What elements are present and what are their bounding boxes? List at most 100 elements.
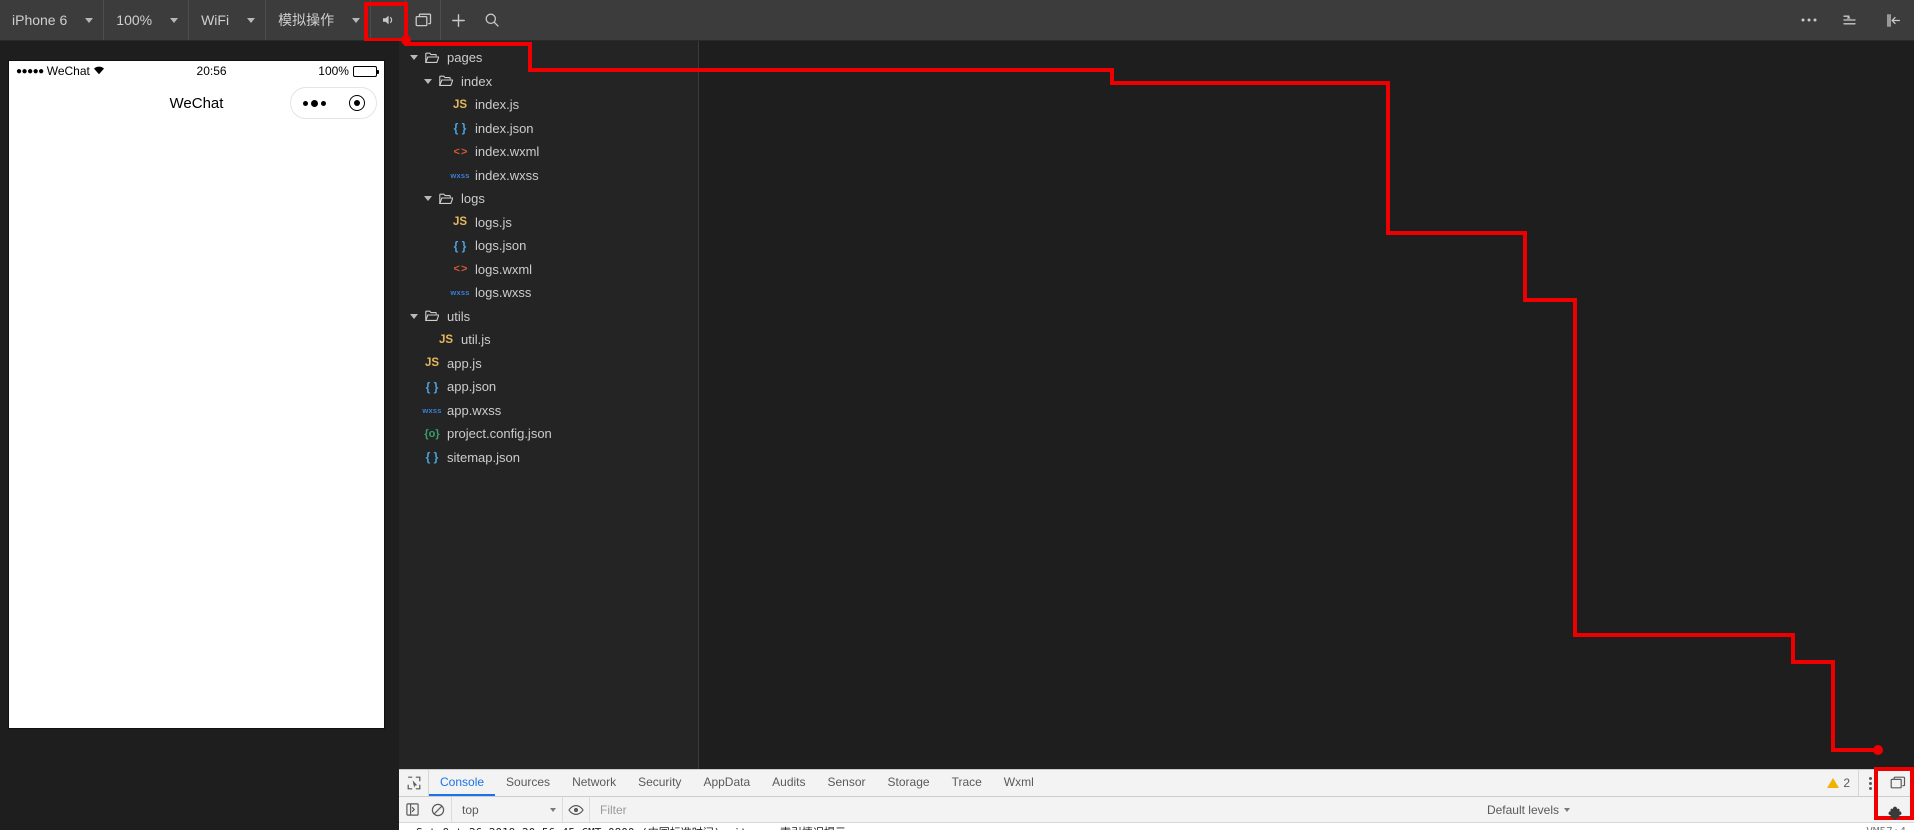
twisty-expanded-icon[interactable] <box>407 55 421 61</box>
tree-file-logs.json[interactable]: { } logs.json <box>399 234 698 258</box>
devtools-tab-console[interactable]: Console <box>429 770 496 796</box>
devtools-tab-bar: Console Sources Network Security AppData Audi… <box>399 770 1914 797</box>
tree-item-label: logs.wxss <box>475 285 532 301</box>
target-circle-icon[interactable] <box>348 95 365 111</box>
mute-speaker-icon[interactable] <box>371 0 405 40</box>
tree-file-index.js[interactable]: JS index.js <box>399 93 698 117</box>
wifi-icon <box>93 64 105 78</box>
js-file-icon: JS <box>438 333 454 346</box>
phone-page-body[interactable] <box>9 125 384 728</box>
devtools-tab-label: Sources <box>506 775 551 789</box>
twisty-expanded-icon[interactable] <box>421 78 435 84</box>
console-context-selector[interactable]: top <box>451 797 563 822</box>
chevron-down-icon <box>247 17 256 23</box>
console-context-label: top <box>462 802 479 817</box>
chevron-down-icon <box>550 807 556 812</box>
devtools-tab-label: Console <box>440 775 485 789</box>
tree-item-label: index.wxss <box>475 167 539 183</box>
dock-panel-icon[interactable] <box>1882 770 1914 796</box>
devtools-tab-storage[interactable]: Storage <box>877 770 941 796</box>
tree-file-sitemap.json[interactable]: { } sitemap.json <box>399 446 698 470</box>
folder-open-icon <box>421 52 443 64</box>
console-message-row[interactable]: Sat Oct 26 2019 20:56:45 GMT+0800 (中国标准时… <box>399 823 1914 830</box>
tree-file-index.json[interactable]: { } index.json <box>399 117 698 141</box>
devtools-tab-trace[interactable]: Trace <box>941 770 993 796</box>
tree-file-app.json[interactable]: { } app.json <box>399 375 698 399</box>
tree-folder-utils[interactable]: utils <box>399 305 698 329</box>
more-horizontal-icon[interactable] <box>1788 0 1830 40</box>
tree-folder-pages[interactable]: pages <box>399 46 698 70</box>
split-view-icon[interactable] <box>406 0 440 40</box>
devtools-tab-audits[interactable]: Audits <box>761 770 816 796</box>
devtools-tab-label: Sensor <box>827 775 866 789</box>
json-file-icon: { } <box>425 450 439 465</box>
search-icon[interactable] <box>475 0 509 40</box>
devtools-tab-sources[interactable]: Sources <box>495 770 561 796</box>
twisty-expanded-icon[interactable] <box>421 196 435 202</box>
warning-count-badge[interactable]: 2 <box>1819 770 1858 796</box>
devtools-tab-label: AppData <box>703 775 751 789</box>
tree-file-logs.wxss[interactable]: wxss logs.wxss <box>399 281 698 305</box>
tree-file-project.config.json[interactable]: {o} project.config.json <box>399 422 698 446</box>
tree-file-logs.wxml[interactable]: < > logs.wxml <box>399 258 698 282</box>
tree-item-label: pages <box>447 50 483 66</box>
devtools-tab-label: Wxml <box>1003 775 1034 789</box>
details-list-icon[interactable] <box>1830 0 1872 40</box>
battery-full-icon <box>352 65 379 77</box>
folder-open-icon <box>435 193 457 205</box>
warning-count-label: 2 <box>1843 776 1850 790</box>
wechat-capsule-button[interactable] <box>290 87 377 119</box>
json-file-icon: { } <box>453 121 467 136</box>
wxml-file-icon: < > <box>453 263 468 276</box>
tree-file-index.wxml[interactable]: < > index.wxml <box>399 140 698 164</box>
console-levels-selector[interactable]: Default levels <box>1473 803 1584 817</box>
network-selector[interactable]: WiFi <box>189 0 267 40</box>
twisty-expanded-icon[interactable] <box>407 313 421 319</box>
tree-file-index.wxss[interactable]: wxss index.wxss <box>399 164 698 188</box>
console-filter-input[interactable]: Filter <box>589 797 1473 822</box>
devtools-tab-appdata[interactable]: AppData <box>692 770 761 796</box>
more-dots-icon[interactable] <box>302 99 326 107</box>
js-file-icon: JS <box>452 98 468 111</box>
simulate-action-selector[interactable]: 模拟操作 <box>266 0 372 40</box>
tree-folder-index[interactable]: index <box>399 70 698 94</box>
devtools-tab-wxml[interactable]: Wxml <box>993 770 1045 796</box>
phone-screen[interactable]: ●●●●● WeChat 20:56 100% WeChat <box>9 61 384 728</box>
collapse-panel-icon[interactable] <box>1872 0 1914 40</box>
tree-file-logs.js[interactable]: JS logs.js <box>399 211 698 235</box>
device-selector[interactable]: iPhone 6 <box>0 0 105 40</box>
status-bar-time: 20:56 <box>196 64 227 78</box>
simulator-panel: ●●●●● WeChat 20:56 100% WeChat <box>0 41 399 830</box>
tree-item-label: logs.json <box>475 238 527 254</box>
device-selector-label: iPhone 6 <box>12 12 68 28</box>
clear-console-icon[interactable] <box>425 803 451 817</box>
devtools-tab-sensor[interactable]: Sensor <box>817 770 877 796</box>
console-filter-bar: top Filter Default levels <box>399 797 1914 823</box>
more-vertical-icon[interactable] <box>1858 770 1882 796</box>
devtools-tab-label: Security <box>638 775 682 789</box>
plus-icon[interactable] <box>441 0 475 40</box>
devtools-tab-security[interactable]: Security <box>627 770 692 796</box>
inspect-element-icon[interactable] <box>399 770 429 796</box>
status-bar-left: ●●●●● WeChat <box>16 64 105 78</box>
tree-item-label: utils <box>447 308 471 324</box>
console-levels-label: Default levels <box>1486 802 1559 817</box>
console-message-source[interactable]: VM57:4 <box>1866 825 1906 830</box>
live-expression-icon[interactable] <box>563 804 589 816</box>
tree-item-label: index <box>461 73 493 89</box>
phone-status-bar: ●●●●● WeChat 20:56 100% <box>9 61 384 81</box>
tree-file-app.js[interactable]: JS app.js <box>399 352 698 376</box>
console-message-list[interactable]: Sat Oct 26 2019 20:56:45 GMT+0800 (中国标准时… <box>399 823 1914 830</box>
console-sidebar-icon[interactable] <box>399 803 425 816</box>
editor-panel[interactable] <box>700 41 1914 769</box>
chevron-down-icon <box>1564 807 1570 812</box>
js-file-icon: JS <box>424 357 440 370</box>
devtools-tab-network[interactable]: Network <box>561 770 627 796</box>
tree-file-util.js[interactable]: JS util.js <box>399 328 698 352</box>
zoom-selector[interactable]: 100% <box>104 0 190 40</box>
tree-item-label: logs <box>461 191 485 207</box>
tree-file-app.wxss[interactable]: wxss app.wxss <box>399 399 698 423</box>
tree-folder-logs[interactable]: logs <box>399 187 698 211</box>
file-tree-panel[interactable]: pages index JS index.js { } index.json < > inde… <box>399 41 699 769</box>
